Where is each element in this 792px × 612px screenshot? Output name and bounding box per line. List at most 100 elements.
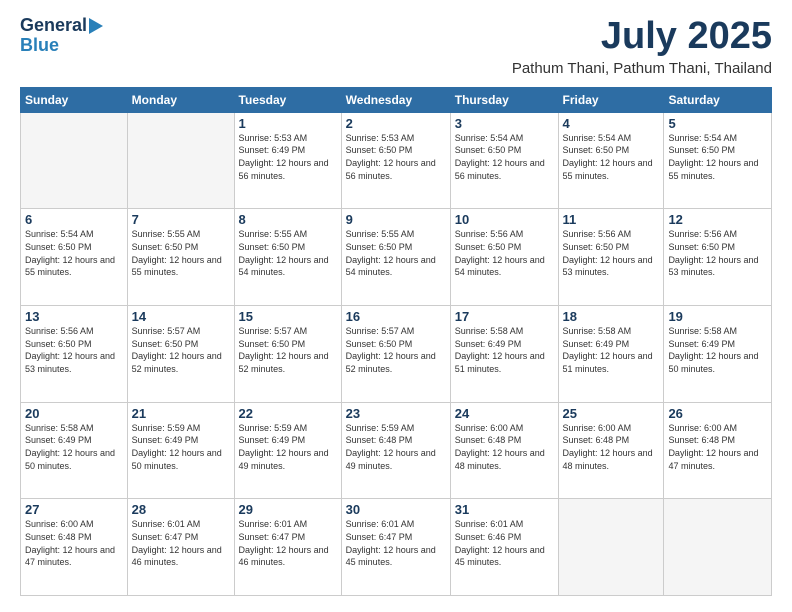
- day-number: 14: [132, 309, 230, 324]
- page: General Blue July 2025 Pathum Thani, Pat…: [0, 0, 792, 612]
- day-number: 12: [668, 212, 767, 227]
- logo: General Blue: [20, 16, 103, 56]
- day-info: Sunrise: 6:01 AMSunset: 6:46 PMDaylight:…: [455, 519, 545, 567]
- col-tuesday: Tuesday: [234, 87, 341, 112]
- day-number: 18: [563, 309, 660, 324]
- day-info: Sunrise: 5:54 AMSunset: 6:50 PMDaylight:…: [668, 133, 758, 181]
- calendar-day-cell: [21, 112, 128, 209]
- col-friday: Friday: [558, 87, 664, 112]
- day-info: Sunrise: 5:56 AMSunset: 6:50 PMDaylight:…: [455, 229, 545, 277]
- day-info: Sunrise: 5:58 AMSunset: 6:49 PMDaylight:…: [563, 326, 653, 374]
- calendar-day-cell: 13 Sunrise: 5:56 AMSunset: 6:50 PMDaylig…: [21, 306, 128, 403]
- day-number: 28: [132, 502, 230, 517]
- day-number: 8: [239, 212, 337, 227]
- calendar-day-cell: 8 Sunrise: 5:55 AMSunset: 6:50 PMDayligh…: [234, 209, 341, 306]
- day-number: 3: [455, 116, 554, 131]
- calendar-day-cell: 30 Sunrise: 6:01 AMSunset: 6:47 PMDaylig…: [341, 499, 450, 596]
- location-title: Pathum Thani, Pathum Thani, Thailand: [512, 60, 772, 77]
- day-number: 1: [239, 116, 337, 131]
- day-number: 21: [132, 406, 230, 421]
- day-info: Sunrise: 5:59 AMSunset: 6:49 PMDaylight:…: [132, 423, 222, 471]
- calendar-day-cell: 16 Sunrise: 5:57 AMSunset: 6:50 PMDaylig…: [341, 306, 450, 403]
- day-info: Sunrise: 5:54 AMSunset: 6:50 PMDaylight:…: [25, 229, 115, 277]
- calendar-day-cell: 12 Sunrise: 5:56 AMSunset: 6:50 PMDaylig…: [664, 209, 772, 306]
- day-info: Sunrise: 5:56 AMSunset: 6:50 PMDaylight:…: [25, 326, 115, 374]
- calendar-day-cell: 19 Sunrise: 5:58 AMSunset: 6:49 PMDaylig…: [664, 306, 772, 403]
- day-number: 13: [25, 309, 123, 324]
- day-number: 20: [25, 406, 123, 421]
- day-info: Sunrise: 5:58 AMSunset: 6:49 PMDaylight:…: [25, 423, 115, 471]
- day-number: 6: [25, 212, 123, 227]
- day-number: 27: [25, 502, 123, 517]
- day-info: Sunrise: 6:01 AMSunset: 6:47 PMDaylight:…: [132, 519, 222, 567]
- calendar-week-row: 27 Sunrise: 6:00 AMSunset: 6:48 PMDaylig…: [21, 499, 772, 596]
- logo-text-blue: Blue: [20, 36, 59, 56]
- calendar-day-cell: 15 Sunrise: 5:57 AMSunset: 6:50 PMDaylig…: [234, 306, 341, 403]
- calendar-day-cell: 3 Sunrise: 5:54 AMSunset: 6:50 PMDayligh…: [450, 112, 558, 209]
- calendar-week-row: 1 Sunrise: 5:53 AMSunset: 6:49 PMDayligh…: [21, 112, 772, 209]
- day-info: Sunrise: 5:56 AMSunset: 6:50 PMDaylight:…: [668, 229, 758, 277]
- col-wednesday: Wednesday: [341, 87, 450, 112]
- calendar-day-cell: 22 Sunrise: 5:59 AMSunset: 6:49 PMDaylig…: [234, 402, 341, 499]
- calendar-day-cell: 24 Sunrise: 6:00 AMSunset: 6:48 PMDaylig…: [450, 402, 558, 499]
- col-saturday: Saturday: [664, 87, 772, 112]
- title-section: July 2025 Pathum Thani, Pathum Thani, Th…: [512, 16, 772, 77]
- calendar-table: Sunday Monday Tuesday Wednesday Thursday…: [20, 87, 772, 596]
- day-number: 4: [563, 116, 660, 131]
- col-monday: Monday: [127, 87, 234, 112]
- calendar-body: 1 Sunrise: 5:53 AMSunset: 6:49 PMDayligh…: [21, 112, 772, 595]
- day-info: Sunrise: 5:54 AMSunset: 6:50 PMDaylight:…: [455, 133, 545, 181]
- day-info: Sunrise: 6:01 AMSunset: 6:47 PMDaylight:…: [346, 519, 436, 567]
- day-info: Sunrise: 6:00 AMSunset: 6:48 PMDaylight:…: [668, 423, 758, 471]
- calendar-day-cell: 6 Sunrise: 5:54 AMSunset: 6:50 PMDayligh…: [21, 209, 128, 306]
- calendar-day-cell: 7 Sunrise: 5:55 AMSunset: 6:50 PMDayligh…: [127, 209, 234, 306]
- calendar-week-row: 13 Sunrise: 5:56 AMSunset: 6:50 PMDaylig…: [21, 306, 772, 403]
- day-info: Sunrise: 5:56 AMSunset: 6:50 PMDaylight:…: [563, 229, 653, 277]
- calendar-day-cell: 21 Sunrise: 5:59 AMSunset: 6:49 PMDaylig…: [127, 402, 234, 499]
- day-info: Sunrise: 6:00 AMSunset: 6:48 PMDaylight:…: [455, 423, 545, 471]
- day-info: Sunrise: 6:00 AMSunset: 6:48 PMDaylight:…: [563, 423, 653, 471]
- day-number: 30: [346, 502, 446, 517]
- calendar-day-cell: 23 Sunrise: 5:59 AMSunset: 6:48 PMDaylig…: [341, 402, 450, 499]
- calendar-day-cell: 4 Sunrise: 5:54 AMSunset: 6:50 PMDayligh…: [558, 112, 664, 209]
- day-number: 5: [668, 116, 767, 131]
- calendar-day-cell: 31 Sunrise: 6:01 AMSunset: 6:46 PMDaylig…: [450, 499, 558, 596]
- day-info: Sunrise: 5:58 AMSunset: 6:49 PMDaylight:…: [668, 326, 758, 374]
- col-sunday: Sunday: [21, 87, 128, 112]
- day-info: Sunrise: 5:58 AMSunset: 6:49 PMDaylight:…: [455, 326, 545, 374]
- calendar-day-cell: 14 Sunrise: 5:57 AMSunset: 6:50 PMDaylig…: [127, 306, 234, 403]
- calendar-day-cell: 18 Sunrise: 5:58 AMSunset: 6:49 PMDaylig…: [558, 306, 664, 403]
- day-number: 17: [455, 309, 554, 324]
- day-number: 2: [346, 116, 446, 131]
- day-number: 24: [455, 406, 554, 421]
- day-info: Sunrise: 5:59 AMSunset: 6:48 PMDaylight:…: [346, 423, 436, 471]
- header: General Blue July 2025 Pathum Thani, Pat…: [20, 16, 772, 77]
- calendar-day-cell: 9 Sunrise: 5:55 AMSunset: 6:50 PMDayligh…: [341, 209, 450, 306]
- day-number: 29: [239, 502, 337, 517]
- calendar-day-cell: 26 Sunrise: 6:00 AMSunset: 6:48 PMDaylig…: [664, 402, 772, 499]
- day-number: 26: [668, 406, 767, 421]
- day-number: 16: [346, 309, 446, 324]
- calendar-day-cell: 5 Sunrise: 5:54 AMSunset: 6:50 PMDayligh…: [664, 112, 772, 209]
- logo-arrow-icon: [89, 18, 103, 34]
- calendar-day-cell: 11 Sunrise: 5:56 AMSunset: 6:50 PMDaylig…: [558, 209, 664, 306]
- day-info: Sunrise: 5:53 AMSunset: 6:49 PMDaylight:…: [239, 133, 329, 181]
- weekday-header-row: Sunday Monday Tuesday Wednesday Thursday…: [21, 87, 772, 112]
- day-info: Sunrise: 5:53 AMSunset: 6:50 PMDaylight:…: [346, 133, 436, 181]
- day-number: 15: [239, 309, 337, 324]
- calendar-day-cell: [127, 112, 234, 209]
- day-info: Sunrise: 5:55 AMSunset: 6:50 PMDaylight:…: [132, 229, 222, 277]
- calendar-day-cell: [558, 499, 664, 596]
- day-info: Sunrise: 5:55 AMSunset: 6:50 PMDaylight:…: [239, 229, 329, 277]
- day-number: 22: [239, 406, 337, 421]
- day-info: Sunrise: 5:57 AMSunset: 6:50 PMDaylight:…: [346, 326, 436, 374]
- calendar-day-cell: 29 Sunrise: 6:01 AMSunset: 6:47 PMDaylig…: [234, 499, 341, 596]
- calendar-day-cell: 1 Sunrise: 5:53 AMSunset: 6:49 PMDayligh…: [234, 112, 341, 209]
- col-thursday: Thursday: [450, 87, 558, 112]
- calendar-week-row: 6 Sunrise: 5:54 AMSunset: 6:50 PMDayligh…: [21, 209, 772, 306]
- day-number: 9: [346, 212, 446, 227]
- day-number: 19: [668, 309, 767, 324]
- day-number: 11: [563, 212, 660, 227]
- calendar-day-cell: 2 Sunrise: 5:53 AMSunset: 6:50 PMDayligh…: [341, 112, 450, 209]
- calendar-day-cell: [664, 499, 772, 596]
